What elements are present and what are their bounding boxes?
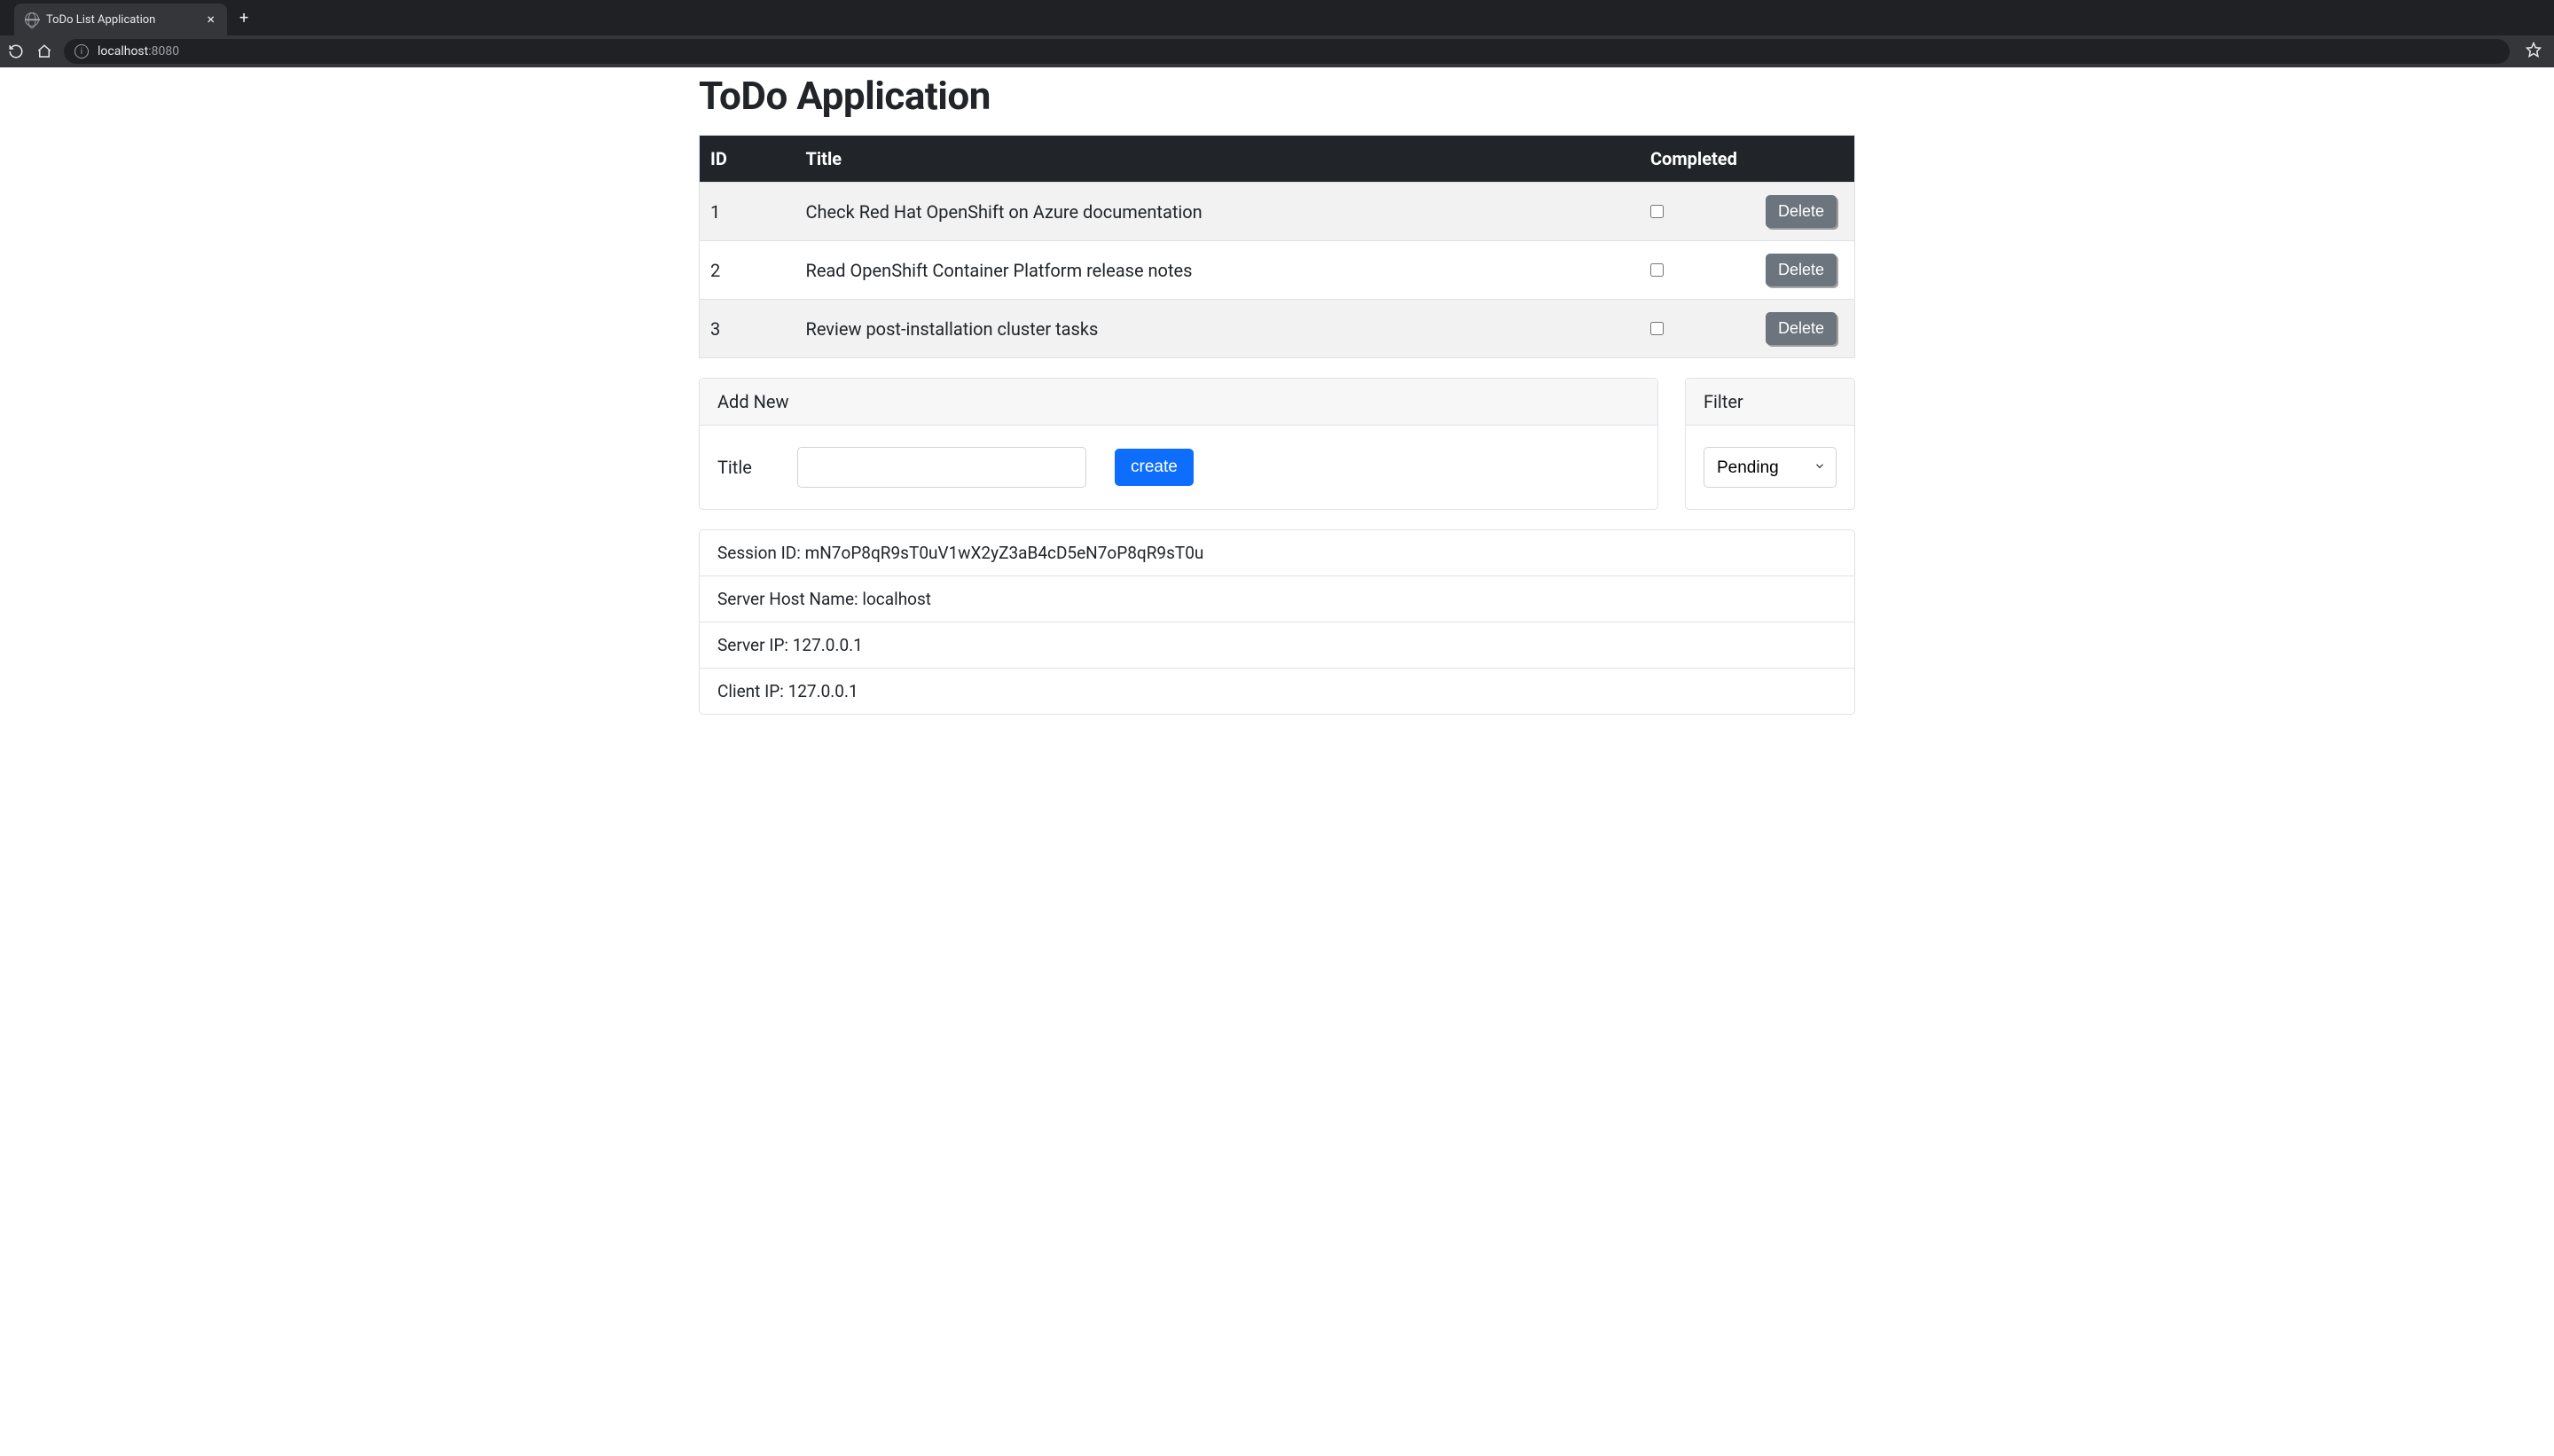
info-client-ip: Client IP: 127.0.0.1 — [700, 668, 1854, 714]
cell-actions: Delete — [1757, 183, 1855, 241]
reload-button[interactable] — [7, 43, 25, 60]
cell-id: 2 — [700, 241, 797, 300]
info-server-ip: Server IP: 127.0.0.1 — [700, 622, 1854, 668]
delete-button[interactable]: Delete — [1766, 254, 1837, 286]
home-icon — [36, 43, 52, 59]
table-row: 2 Read OpenShift Container Platform rele… — [700, 241, 1855, 300]
cell-completed — [1641, 183, 1757, 241]
cell-title: Review post-installation cluster tasks — [797, 300, 1641, 358]
server-host-label: Server Host Name: — [717, 589, 858, 609]
close-icon[interactable]: × — [205, 11, 216, 28]
completed-checkbox[interactable] — [1650, 322, 1664, 335]
add-new-form: Title create — [717, 447, 1640, 488]
star-icon — [2526, 42, 2542, 58]
site-info-icon[interactable]: i — [74, 44, 89, 59]
cell-actions: Delete — [1757, 300, 1855, 358]
cell-actions: Delete — [1757, 241, 1855, 300]
delete-button[interactable]: Delete — [1766, 312, 1837, 345]
cell-completed — [1641, 241, 1757, 300]
info-session: Session ID: mN7oP8qR9sT0uV1wX2yZ3aB4cD5e… — [700, 530, 1854, 575]
title-input[interactable] — [797, 447, 1086, 488]
address-bar: i localhost:8080 — [0, 35, 2554, 67]
filter-header: Filter — [1686, 379, 1854, 426]
filter-select[interactable]: Pending — [1704, 447, 1837, 488]
table-row: 1 Check Red Hat OpenShift on Azure docum… — [700, 183, 1855, 241]
cell-title: Check Red Hat OpenShift on Azure documen… — [797, 183, 1641, 241]
server-ip-value: 127.0.0.1 — [793, 635, 863, 655]
tab-title: ToDo List Application — [46, 13, 198, 27]
session-value: mN7oP8qR9sT0uV1wX2yZ3aB4cD5eN7oP8qR9sT0u — [805, 543, 1204, 563]
client-ip-label: Client IP: — [717, 681, 784, 701]
col-header-id: ID — [700, 136, 797, 183]
url-host: localhost — [98, 44, 148, 59]
todo-table: ID Title Completed 1 Check Red Hat OpenS… — [699, 135, 1855, 358]
col-header-completed: Completed — [1641, 136, 1757, 183]
page-title: ToDo Application — [699, 73, 1855, 119]
create-button[interactable]: create — [1115, 449, 1194, 486]
page-content: ToDo Application ID Title Completed 1 Ch… — [699, 67, 1855, 750]
completed-checkbox[interactable] — [1650, 205, 1664, 218]
filter-card: Filter Pending — [1685, 378, 1855, 510]
col-header-actions — [1757, 136, 1855, 183]
url-port: :8080 — [148, 44, 179, 59]
completed-checkbox[interactable] — [1650, 263, 1664, 277]
session-label: Session ID: — [717, 543, 801, 563]
cell-title: Read OpenShift Container Platform releas… — [797, 241, 1641, 300]
reload-icon — [8, 43, 24, 59]
cards-row: Add New Title create Filter Pending — [699, 378, 1855, 510]
cell-id: 3 — [700, 300, 797, 358]
table-row: 3 Review post-installation cluster tasks… — [700, 300, 1855, 358]
info-server-host: Server Host Name: localhost — [700, 575, 1854, 622]
omnibox[interactable]: i localhost:8080 — [64, 39, 2510, 64]
new-tab-button[interactable]: + — [227, 9, 261, 27]
url-text: localhost:8080 — [98, 44, 179, 59]
add-new-card: Add New Title create — [699, 378, 1658, 510]
cell-completed — [1641, 300, 1757, 358]
delete-button[interactable]: Delete — [1766, 195, 1837, 228]
client-ip-value: 127.0.0.1 — [788, 681, 858, 701]
title-label: Title — [717, 457, 776, 478]
cell-id: 1 — [700, 183, 797, 241]
browser-tab[interactable]: ToDo List Application × — [14, 4, 227, 35]
globe-icon — [25, 12, 39, 27]
server-ip-label: Server IP: — [717, 635, 788, 655]
browser-chrome: ToDo List Application × + i localhost:80… — [0, 0, 2554, 67]
add-new-header: Add New — [700, 379, 1657, 426]
tab-bar: ToDo List Application × + — [0, 0, 2554, 35]
col-header-title: Title — [797, 136, 1641, 183]
info-list: Session ID: mN7oP8qR9sT0uV1wX2yZ3aB4cD5e… — [699, 529, 1855, 715]
server-host-value: localhost — [862, 589, 931, 609]
bookmark-button[interactable] — [2520, 42, 2547, 62]
home-button[interactable] — [35, 43, 53, 60]
